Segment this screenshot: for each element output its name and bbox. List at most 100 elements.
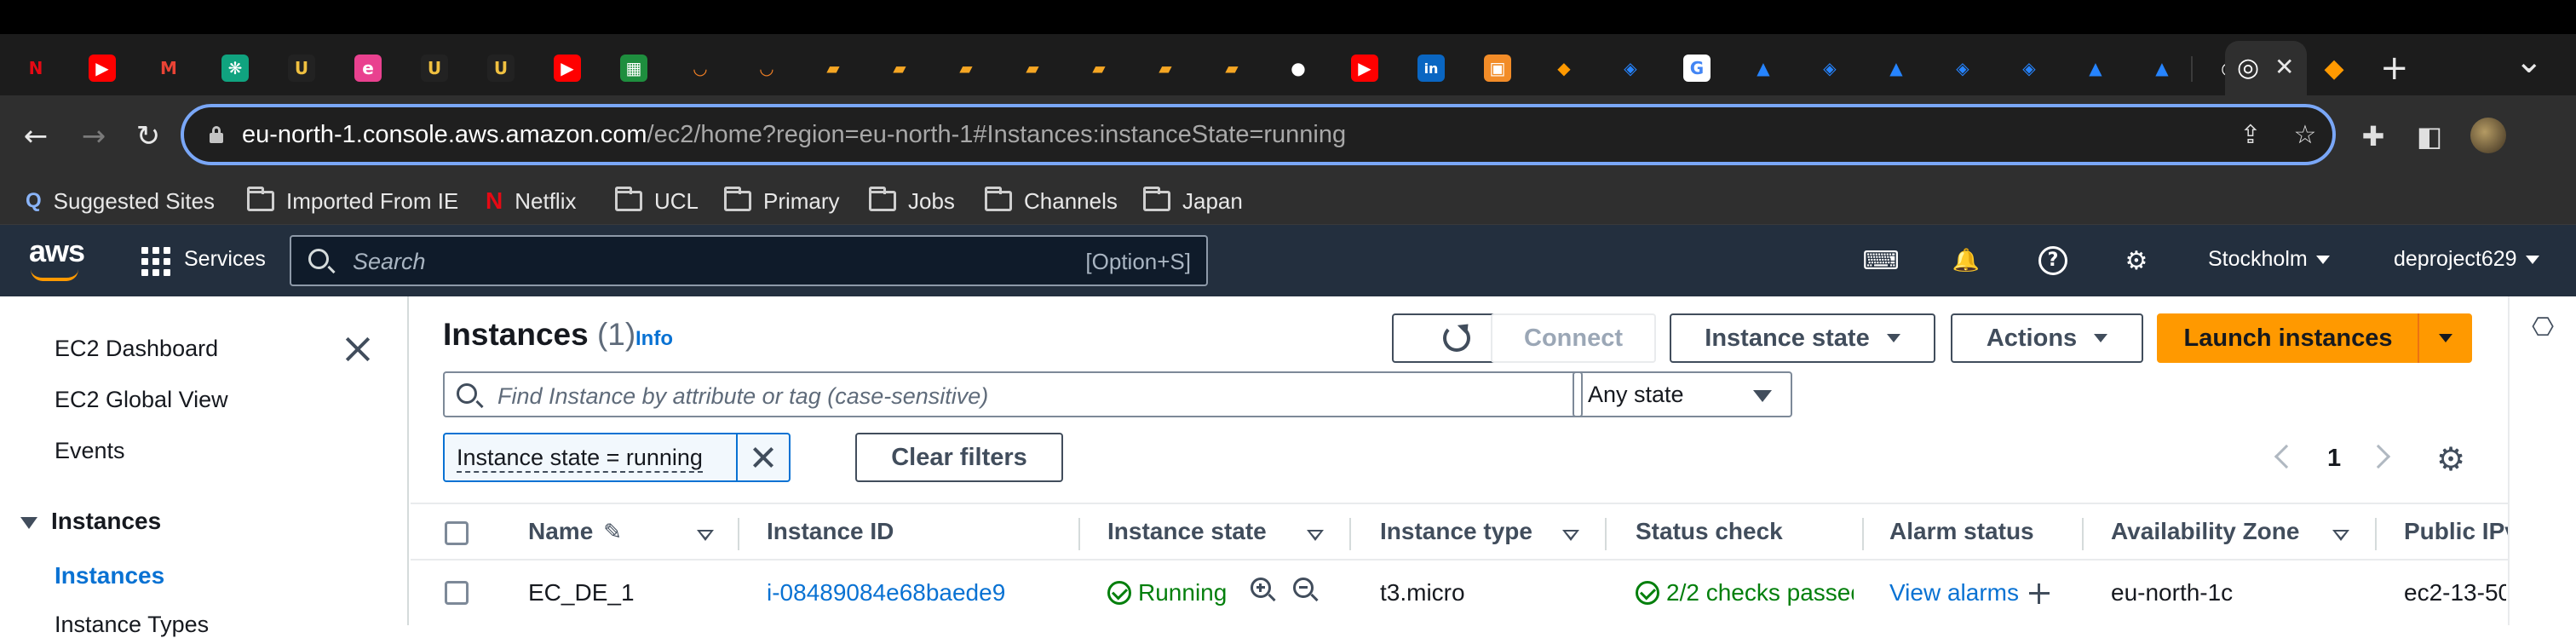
state-select[interactable]: Any state (1573, 371, 1792, 417)
sidebar-item-instances[interactable]: Instances (55, 562, 164, 589)
tab-orange-circle[interactable]: ◡ (680, 48, 721, 89)
tab-atlassian[interactable]: ▲ (1743, 48, 1784, 89)
sidebar-item-ec2-dashboard[interactable]: EC2 Dashboard (55, 336, 218, 362)
sidebar-item-ec2-global-view[interactable]: EC2 Global View (55, 387, 228, 413)
tab-book[interactable]: ▰ (1012, 48, 1053, 89)
actions-button[interactable]: Actions (1951, 313, 2143, 363)
help-icon[interactable]: ? (2036, 244, 2070, 278)
tab-orange-circle[interactable]: ◡ (746, 48, 787, 89)
help-panel-icon[interactable]: ⎔ (2532, 315, 2557, 341)
column-divider[interactable] (2375, 518, 2377, 550)
zoom-out-icon[interactable] (1293, 578, 1319, 603)
aws-logo[interactable]: aws (29, 233, 85, 269)
table-preferences-icon[interactable]: ⚙ (2433, 441, 2469, 477)
profile-avatar[interactable] (2470, 118, 2506, 153)
account-menu[interactable]: deproject629 (2394, 247, 2539, 272)
url-text[interactable]: eu-north-1.console.aws.amazon.com/ec2/ho… (242, 121, 1346, 149)
bookmark-channels[interactable]: Channels (985, 184, 1118, 218)
address-bar[interactable]: eu-north-1.console.aws.amazon.com/ec2/ho… (181, 104, 2336, 165)
services-menu[interactable]: Services (184, 247, 266, 272)
tab-aws-cube[interactable]: ◆ (1544, 48, 1584, 89)
reload-button[interactable]: ↻ (126, 114, 170, 158)
tab-ucl[interactable]: U (480, 48, 521, 89)
column-divider[interactable] (1605, 518, 1607, 550)
column-instance-state[interactable]: Instance state (1107, 518, 1267, 545)
column-name[interactable]: Name ✎ (528, 518, 622, 545)
cell-instance-id-link[interactable]: i-08489084e68baede9 (767, 579, 1005, 606)
bookmark-netflix[interactable]: N Netflix (486, 184, 576, 218)
tab-youtube[interactable]: ▶ (547, 48, 588, 89)
tab-youtube[interactable]: ▶ (82, 48, 123, 89)
row-checkbox[interactable] (445, 581, 469, 605)
tab-jira[interactable]: ◈ (2009, 48, 2050, 89)
column-availability-zone[interactable]: Availability Zone (2111, 518, 2299, 545)
sort-icon[interactable] (2332, 530, 2349, 541)
column-status-check[interactable]: Status check (1636, 518, 1783, 545)
tab-sheets[interactable]: ▦ (613, 48, 654, 89)
tab-book[interactable]: ▰ (946, 48, 986, 89)
tab-elsevier[interactable]: e (348, 48, 388, 89)
next-page-icon[interactable] (2366, 444, 2391, 469)
table-row[interactable]: EC_DE_1 i-08489084e68baede9 Running t3.m… (411, 560, 2576, 625)
tab-atlassian[interactable]: ▲ (2075, 48, 2116, 89)
add-alarm-icon[interactable] (2028, 583, 2050, 604)
bookmark-suggested-sites[interactable]: Q Suggested Sites (26, 184, 215, 218)
bookmark-jobs[interactable]: Jobs (869, 184, 955, 218)
zoom-in-icon[interactable] (1251, 578, 1276, 603)
sort-icon[interactable] (1562, 530, 1579, 541)
filter-token[interactable]: Instance state = running (443, 433, 791, 482)
filter-token-label[interactable]: Instance state = running (457, 445, 703, 473)
region-selector[interactable]: Stockholm (2208, 247, 2330, 272)
forward-button[interactable]: → (72, 114, 116, 158)
tab-aws[interactable]: ◆ (2314, 48, 2355, 89)
aws-search-input[interactable]: Search [Option+S] (290, 235, 1208, 286)
tab-chatgpt[interactable]: ❋ (215, 48, 256, 89)
tab-ucl[interactable]: U (281, 48, 322, 89)
tab-ucl[interactable]: U (414, 48, 455, 89)
tab-youtube[interactable]: ▶ (1344, 48, 1385, 89)
tab-close-icon[interactable]: ✕ (2274, 53, 2294, 81)
bookmark-ucl[interactable]: UCL (615, 184, 699, 218)
tab-book[interactable]: ▰ (1211, 48, 1252, 89)
column-divider[interactable] (1349, 518, 1351, 550)
instance-filter-input[interactable]: Find Instance by attribute or tag (case-… (443, 371, 1583, 417)
back-button[interactable]: ← (14, 114, 58, 158)
remove-filter-icon[interactable] (736, 434, 789, 480)
select-all-checkbox[interactable] (445, 521, 469, 545)
column-instance-id[interactable]: Instance ID (767, 518, 894, 545)
close-sidebar-icon[interactable] (342, 334, 373, 365)
tab-google[interactable]: G (1676, 48, 1717, 89)
bookmark-primary[interactable]: Primary (724, 184, 840, 218)
column-divider[interactable] (738, 518, 739, 550)
side-panel-icon[interactable]: ◧ (2409, 116, 2450, 157)
launch-instances-button[interactable]: Launch instances (2157, 313, 2419, 363)
tab-book[interactable]: ▰ (813, 48, 854, 89)
page-number[interactable]: 1 (2327, 445, 2341, 473)
notifications-icon[interactable]: 🔔 (1949, 244, 1983, 278)
bookmark-japan[interactable]: Japan (1143, 184, 1243, 218)
bookmark-star-icon[interactable]: ☆ (2288, 118, 2322, 152)
extensions-icon[interactable]: ✚ (2353, 116, 2394, 157)
lock-icon[interactable] (210, 126, 223, 143)
info-link[interactable]: Info (635, 327, 673, 351)
connect-button[interactable]: Connect (1491, 313, 1656, 363)
cloudshell-icon[interactable]: ⌨ (1862, 244, 1899, 278)
tab-jira[interactable]: ◈ (1942, 48, 1983, 89)
share-icon[interactable]: ⇪ (2234, 118, 2268, 152)
tab-jira[interactable]: ◈ (1610, 48, 1651, 89)
sort-icon[interactable] (1307, 530, 1324, 541)
launch-dropdown-button[interactable] (2419, 313, 2472, 363)
column-divider[interactable] (1862, 518, 1864, 550)
tab-orange-square[interactable]: ▣ (1477, 48, 1518, 89)
tab-book[interactable]: ▰ (1078, 48, 1119, 89)
tab-github[interactable]: ● (1278, 48, 1319, 89)
tab-linkedin[interactable]: in (1411, 48, 1452, 89)
sidebar-item-events[interactable]: Events (55, 438, 125, 464)
column-divider[interactable] (2082, 518, 2084, 550)
bookmark-imported-from-ie[interactable]: Imported From IE (247, 184, 458, 218)
clear-filters-button[interactable]: Clear filters (855, 433, 1063, 482)
tab-atlassian[interactable]: ▲ (1876, 48, 1917, 89)
tab-gmail[interactable]: M (148, 48, 189, 89)
tab-search-button[interactable]: ⌄ (2515, 44, 2544, 78)
previous-page-icon[interactable] (2274, 444, 2299, 469)
